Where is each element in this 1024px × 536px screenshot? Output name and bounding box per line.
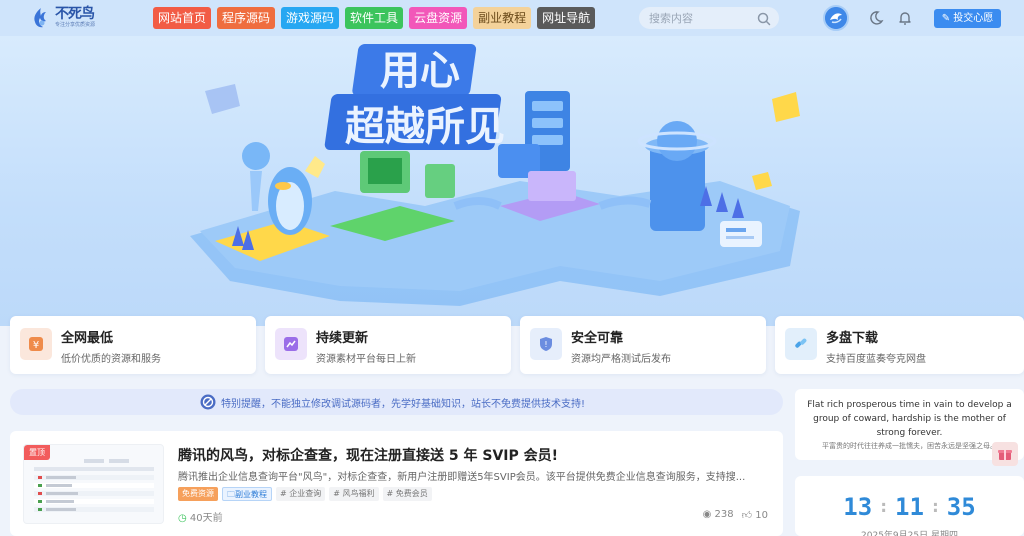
- banner-headline-line2: 超越所见: [345, 104, 505, 150]
- clock-date: 2025年9月25日 星期四: [861, 531, 958, 536]
- pencil-icon: ✎: [941, 13, 951, 24]
- feature-cards: ¥ 全网最低 低价优质的资源和服务 持续更新 资源素材平台每日上新 ! 安全可靠…: [10, 316, 1024, 374]
- thumbs-up-icon: 👍︎: [741, 510, 753, 521]
- clock-minutes: 11: [895, 493, 924, 521]
- gift-icon[interactable]: [992, 442, 1018, 466]
- hero-banner[interactable]: 用心 超越所见: [0, 36, 1024, 326]
- tag-side-business[interactable]: 🗀副业教程: [222, 487, 272, 501]
- site-slogan: 专注分享优质资源: [55, 22, 96, 28]
- notice-bar: 特别提醒，不能独立修改调试源码者，先学好基础知识，站长不免费提供技术支持!: [10, 389, 783, 415]
- views-stat: ◉ 238: [703, 509, 734, 521]
- site-logo[interactable]: 不死鸟 专注分享优质资源: [30, 6, 95, 30]
- tag-free-resources[interactable]: 免费资源: [178, 487, 218, 501]
- likes-stat[interactable]: 👍︎ 10: [742, 509, 768, 521]
- bell-icon[interactable]: [896, 9, 914, 27]
- nav-item-side-business[interactable]: 副业教程: [473, 7, 532, 29]
- feature-card-lowest-price[interactable]: ¥ 全网最低 低价优质的资源和服务: [10, 316, 256, 374]
- quote-chinese: 平富贵的时代往往养成一批懦夫，困苦永远是坚强之母。: [822, 442, 997, 450]
- eye-icon: ◉: [702, 509, 712, 520]
- views-count: 238: [714, 509, 734, 520]
- clock-time: 13:11:35: [795, 493, 1024, 521]
- chart-icon: [275, 328, 307, 360]
- submit-wish-button[interactable]: ✎ 投交心愿: [934, 9, 1001, 28]
- clock-separator: :: [929, 496, 941, 517]
- post-tags: 免费资源 🗀副业教程 # 企业查询 # 风鸟福利 # 免费会员: [178, 487, 432, 501]
- clock-hours: 13: [843, 493, 873, 521]
- feature-title: 安全可靠: [571, 331, 624, 346]
- tag-side-business-label: 副业教程: [235, 490, 267, 499]
- quote-english: Flat rich prosperous time in vain to dev…: [807, 400, 1012, 438]
- post-stats: ◉ 238 👍︎ 10: [703, 509, 768, 521]
- phoenix-logo-icon: [30, 6, 52, 30]
- nav-item-game-source[interactable]: 游戏源码: [281, 7, 340, 29]
- clock-seconds: 35: [946, 493, 976, 521]
- feature-desc: 资源均严格测试后发布: [571, 354, 671, 365]
- tag-company-query[interactable]: # 企业查询: [276, 487, 326, 501]
- nav-item-url-nav[interactable]: 网址导航: [537, 7, 596, 29]
- post-thumbnail[interactable]: 置顶: [23, 444, 164, 524]
- feature-card-multi-download[interactable]: 多盘下载 支持百度蓝奏夸克网盘: [775, 316, 1024, 374]
- nav-item-program-source[interactable]: 程序源码: [217, 7, 276, 29]
- feature-card-safe-reliable[interactable]: ! 安全可靠 资源均严格测试后发布: [520, 316, 766, 374]
- svg-text:!: !: [544, 340, 547, 349]
- clock-separator: :: [878, 496, 890, 517]
- feature-title: 持续更新: [316, 331, 369, 346]
- search-input[interactable]: [649, 7, 749, 30]
- banner-headline-line1: 用心: [380, 48, 460, 94]
- likes-count: 10: [755, 510, 768, 521]
- post-time: ◷ 40天前: [178, 509, 223, 524]
- tag-fengniao-benefits[interactable]: # 风鸟福利: [329, 487, 379, 501]
- tag-free-membership[interactable]: # 免费会员: [382, 487, 432, 501]
- user-avatar[interactable]: [823, 5, 849, 31]
- main-nav: 网站首页 程序源码 游戏源码 软件工具 云盘资源 副业教程 网址导航: [153, 7, 596, 29]
- folder-icon: 🗀: [227, 490, 235, 499]
- link-icon: [785, 328, 817, 360]
- post-excerpt: 腾讯推出企业信息查询平台"风鸟"，对标企查查，新用户注册即赠送5年SVIP会员。…: [178, 472, 746, 483]
- feature-desc: 支持百度蓝奏夸克网盘: [826, 354, 926, 365]
- yen-icon: ¥: [20, 328, 52, 360]
- notice-icon: [200, 394, 216, 410]
- notice-text: 特别提醒，不能独立修改调试源码者，先学好基础知识，站长不免费提供技术支持!: [221, 399, 586, 410]
- feature-card-continuous-update[interactable]: 持续更新 资源素材平台每日上新: [265, 316, 511, 374]
- feature-desc: 资源素材平台每日上新: [316, 354, 416, 365]
- search-icon[interactable]: [757, 11, 771, 26]
- nav-item-home[interactable]: 网站首页: [153, 7, 212, 29]
- top-header: 不死鸟 专注分享优质资源 网站首页 程序源码 游戏源码 软件工具 云盘资源 副业…: [0, 0, 1024, 36]
- shield-icon: !: [530, 328, 562, 360]
- feature-title: 多盘下载: [826, 331, 879, 346]
- feature-desc: 低价优质的资源和服务: [61, 354, 161, 365]
- pinned-badge: 置顶: [24, 445, 50, 460]
- banner-illustration: 用心 超越所见: [190, 44, 800, 306]
- post-time-text: 40天前: [189, 513, 223, 524]
- feature-title: 全网最低: [61, 331, 114, 346]
- svg-text:¥: ¥: [33, 340, 39, 351]
- moon-icon[interactable]: [867, 9, 885, 27]
- quote-widget: Flat rich prosperous time in vain to dev…: [795, 389, 1024, 460]
- submit-wish-label: 投交心愿: [953, 13, 994, 24]
- post-card[interactable]: 置顶 腾讯的风鸟，对标企查查，现在注册直接送 5 年 SVIP 会员! 腾讯推出…: [10, 431, 783, 536]
- nav-item-software-tools[interactable]: 软件工具: [345, 7, 404, 29]
- search-box: [639, 7, 779, 30]
- clock-widget: 13:11:35 2025年9月25日 星期四: [795, 476, 1024, 536]
- clock-icon: ◷: [178, 513, 187, 524]
- site-name: 不死鸟: [55, 6, 95, 22]
- post-title[interactable]: 腾讯的风鸟，对标企查查，现在注册直接送 5 年 SVIP 会员!: [178, 445, 558, 465]
- nav-item-cloud-resources[interactable]: 云盘资源: [409, 7, 468, 29]
